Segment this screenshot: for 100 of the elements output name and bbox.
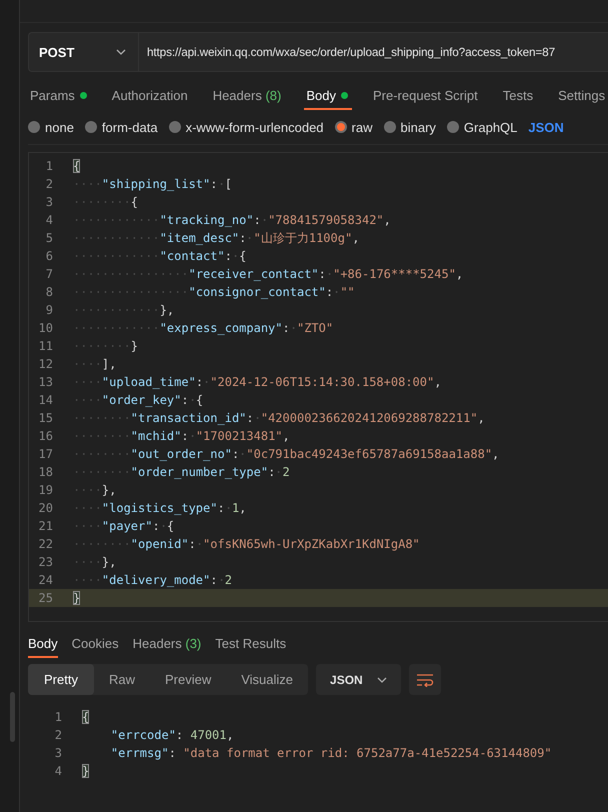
line-number: 18 bbox=[38, 465, 53, 479]
json-punctuation: : bbox=[196, 375, 204, 389]
request-tab[interactable]: Settings bbox=[556, 84, 608, 110]
scrollbar[interactable] bbox=[10, 692, 15, 742]
line-number: 3 bbox=[54, 746, 62, 760]
json-string: "+86-176****5245" bbox=[333, 267, 456, 281]
line-number: 10 bbox=[38, 321, 53, 335]
line-number: 16 bbox=[38, 429, 53, 443]
line-number: 4 bbox=[54, 764, 62, 778]
json-string: "78841579058342" bbox=[268, 213, 384, 227]
json-string: "ZTO" bbox=[296, 321, 334, 335]
line-number: 11 bbox=[38, 339, 53, 353]
line-number: 19 bbox=[38, 483, 53, 497]
json-punctuation: , bbox=[384, 213, 391, 227]
json-number: 47001 bbox=[190, 728, 226, 742]
body-type-radio[interactable]: GraphQL bbox=[446, 120, 518, 134]
request-tab[interactable]: Authorization bbox=[110, 84, 196, 110]
json-punctuation: : bbox=[239, 231, 246, 245]
line-number: 2 bbox=[44, 177, 53, 191]
json-punctuation: { bbox=[239, 249, 246, 263]
json-punctuation: , bbox=[456, 267, 464, 281]
line-number: 7 bbox=[44, 267, 53, 281]
body-type-radio[interactable]: raw bbox=[334, 120, 372, 134]
line-number: 1 bbox=[54, 710, 62, 724]
line-number: 4 bbox=[44, 213, 53, 227]
json-punctuation: : bbox=[168, 746, 176, 760]
response-tab[interactable]: Test Results bbox=[215, 632, 286, 658]
view-button[interactable]: Pretty bbox=[28, 664, 94, 695]
request-tab[interactable]: Pre-request Script bbox=[370, 84, 486, 110]
json-key: "tracking_no" bbox=[160, 213, 254, 227]
line-number: 24 bbox=[38, 573, 53, 587]
json-punctuation: : bbox=[232, 447, 240, 461]
line-number: 5 bbox=[44, 231, 53, 245]
json-punctuation: } bbox=[73, 591, 80, 605]
body-type-radio[interactable]: binary bbox=[384, 120, 436, 134]
json-punctuation: : bbox=[224, 249, 232, 263]
line-number: 23 bbox=[38, 555, 53, 569]
json-punctuation: } bbox=[130, 339, 138, 353]
json-punctuation: , bbox=[434, 375, 442, 389]
request-tab[interactable]: Body bbox=[304, 84, 356, 110]
line-number: 9 bbox=[44, 303, 53, 317]
json-punctuation: : bbox=[217, 501, 225, 515]
line-number: 22 bbox=[38, 537, 53, 551]
json-string: "山珍于力1100g" bbox=[254, 230, 352, 246]
json-number: 2 bbox=[282, 465, 290, 479]
body-type-radio[interactable]: x-www-form-urlencoded bbox=[168, 120, 324, 134]
json-punctuation: : bbox=[246, 411, 254, 425]
json-key: "order_number_type" bbox=[130, 465, 268, 479]
json-key: "delivery_mode" bbox=[102, 573, 210, 587]
json-key: "payer" bbox=[102, 519, 152, 533]
json-punctuation: : bbox=[176, 728, 184, 742]
json-punctuation: { bbox=[166, 519, 174, 533]
json-key: "receiver_contact" bbox=[188, 267, 319, 281]
response-tab[interactable]: Body bbox=[28, 632, 58, 658]
json-key: "consignor_contact" bbox=[188, 285, 326, 299]
json-key: "item_desc" bbox=[160, 231, 240, 245]
json-string: "" bbox=[340, 285, 355, 299]
json-string: "1700213481" bbox=[196, 429, 283, 443]
request-tab[interactable]: Headers (8) bbox=[210, 84, 290, 110]
json-punctuation: : bbox=[152, 519, 160, 533]
json-punctuation: } bbox=[82, 764, 90, 778]
wrap-button[interactable] bbox=[408, 664, 441, 695]
json-punctuation: , bbox=[492, 447, 500, 461]
body-type-radio[interactable]: form-data bbox=[84, 120, 158, 134]
json-key: "order_key" bbox=[102, 393, 182, 407]
json-key: "express_company" bbox=[160, 321, 283, 335]
body-type-radio[interactable]: none bbox=[28, 120, 74, 134]
json-key: "shipping_list" bbox=[102, 177, 210, 191]
code-editor[interactable] bbox=[28, 152, 608, 622]
json-punctuation: : bbox=[188, 537, 196, 551]
wrap-lines-icon bbox=[416, 672, 434, 686]
json-string: "4200002366202412069288782211" bbox=[260, 411, 478, 425]
json-punctuation: [ bbox=[224, 177, 232, 191]
response-tab[interactable]: Headers (3) bbox=[132, 632, 202, 658]
view-button[interactable]: Preview bbox=[150, 664, 226, 695]
json-punctuation: , bbox=[352, 231, 360, 245]
json-key: "transaction_id" bbox=[130, 411, 246, 425]
request-tab[interactable]: Params bbox=[28, 84, 95, 110]
json-punctuation: : bbox=[254, 213, 261, 227]
chevron-down-icon bbox=[376, 676, 387, 682]
json-key: "logistics_type" bbox=[102, 501, 218, 515]
format-link[interactable]: JSON bbox=[528, 120, 564, 134]
format-dropdown[interactable]: JSON bbox=[316, 664, 401, 695]
response-tab[interactable]: Cookies bbox=[72, 632, 119, 658]
view-button[interactable]: Visualize bbox=[226, 664, 308, 695]
json-string: "0c791bac49243ef65787a69158aa1a88" bbox=[246, 447, 492, 461]
json-punctuation: : bbox=[268, 465, 276, 479]
json-punctuation: , bbox=[478, 411, 485, 425]
json-string: "2024-12-06T15:14:30.158+08:00" bbox=[210, 375, 434, 389]
line-number: 1 bbox=[44, 159, 53, 173]
json-punctuation: : bbox=[181, 393, 189, 407]
line-number: 15 bbox=[38, 411, 53, 425]
json-punctuation: : bbox=[326, 285, 334, 299]
line-number: 6 bbox=[44, 249, 53, 263]
json-string: "data format error rid: 6752a77a-41e52254-63144809" bbox=[183, 746, 552, 760]
json-key: "mchid" bbox=[130, 429, 182, 443]
view-button[interactable]: Raw bbox=[94, 664, 150, 695]
json-key: "out_order_no" bbox=[130, 447, 232, 461]
request-tab[interactable]: Tests bbox=[500, 84, 542, 110]
line-number: 12 bbox=[38, 357, 53, 371]
